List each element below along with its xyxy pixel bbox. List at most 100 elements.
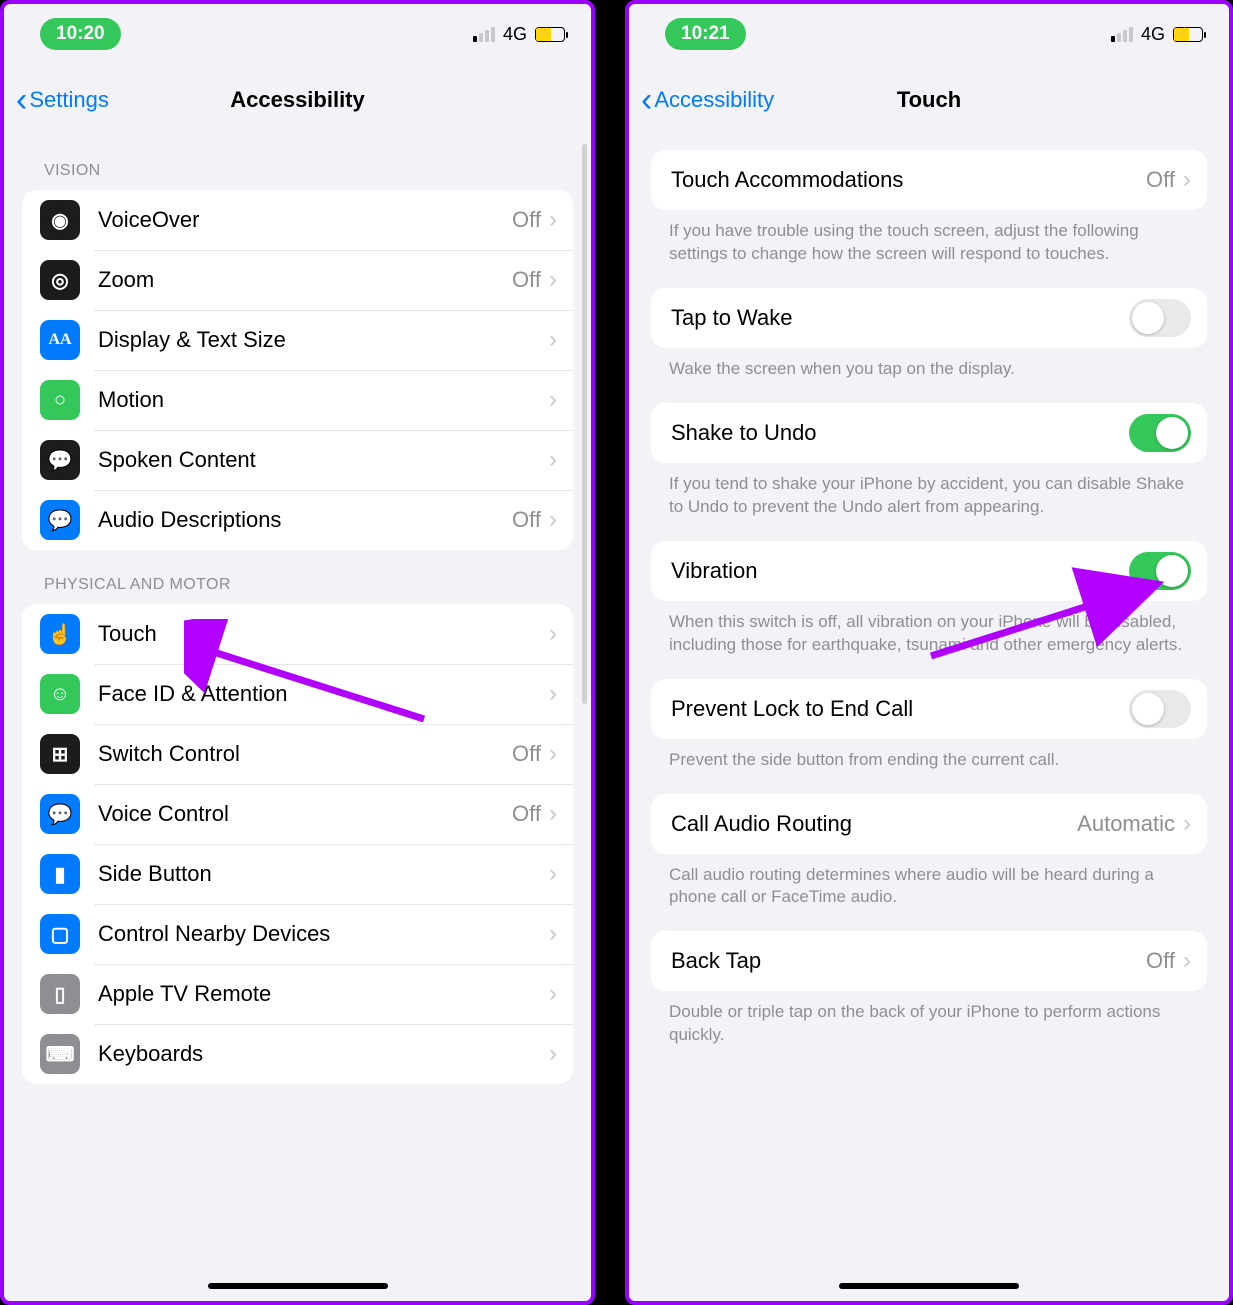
row-side-button[interactable]: ▮ Side Button›	[22, 844, 573, 904]
row-value: Automatic	[1077, 811, 1175, 837]
row-motion[interactable]: ○ Motion›	[22, 370, 573, 430]
row-touch[interactable]: ☝ Touch›	[22, 604, 573, 664]
row-label: Control Nearby Devices	[98, 921, 549, 947]
row-label: Audio Descriptions	[98, 507, 512, 533]
row-label: Switch Control	[98, 741, 512, 767]
section-header: VISION	[22, 136, 573, 190]
motion-icon: ○	[40, 380, 80, 420]
chevron-right-icon: ›	[549, 860, 557, 888]
row-keyboards[interactable]: ⌨Keyboards›	[22, 1024, 573, 1084]
chevron-right-icon: ›	[549, 266, 557, 294]
home-indicator[interactable]	[839, 1283, 1019, 1289]
voice-control-icon: 💬	[40, 794, 80, 834]
settings-group: ☝Touch›☺Face ID & Attention›⊞Switch Cont…	[22, 604, 573, 1084]
footer-text: Prevent the side button from ending the …	[651, 739, 1207, 794]
keyboards-icon: ⌨	[40, 1034, 80, 1074]
row-label: Zoom	[98, 267, 512, 293]
row-audio-descriptions[interactable]: 💬Audio DescriptionsOff›	[22, 490, 573, 550]
home-indicator[interactable]	[208, 1283, 388, 1289]
row-switch-control[interactable]: ⊞Switch ControlOff›	[22, 724, 573, 784]
row-label: Tap to Wake	[671, 305, 1129, 331]
nearby-devices-icon: ▢	[40, 914, 80, 954]
footer-text: Call audio routing determines where audi…	[651, 854, 1207, 932]
chevron-right-icon: ›	[549, 740, 557, 768]
back-button[interactable]: ‹ Settings	[16, 83, 109, 117]
row-value: Off	[1146, 948, 1175, 974]
row-label: Spoken Content	[98, 447, 549, 473]
row-voice-control[interactable]: 💬 Voice ControlOff ›	[22, 784, 573, 844]
row-control-nearby-devices[interactable]: ▢ Control Nearby Devices›	[22, 904, 573, 964]
row-tap-to-wake[interactable]: Tap to Wake	[651, 288, 1207, 348]
phone-left-accessibility: 10:20 4G ⚡ ‹ Settings Accessibility VISI…	[0, 0, 595, 1305]
status-right: 4G ⚡	[1111, 24, 1203, 45]
row-label: Motion	[98, 387, 549, 413]
toggle-prevent-lock-to-end-call[interactable]	[1129, 690, 1191, 728]
status-bar: 10:21 4G ⚡	[629, 10, 1229, 58]
row-label: Call Audio Routing	[671, 811, 1077, 837]
row-apple-tv-remote[interactable]: ▯Apple TV Remote›	[22, 964, 573, 1024]
network-label: 4G	[503, 24, 527, 45]
chevron-right-icon: ›	[549, 800, 557, 828]
toggle-vibration[interactable]	[1129, 552, 1191, 590]
row-label: Voice Control	[98, 801, 512, 827]
footer-text: If you tend to shake your iPhone by acci…	[651, 463, 1207, 541]
row-shake-to-undo[interactable]: Shake to Undo	[651, 403, 1207, 463]
row-vibration[interactable]: Vibration	[651, 541, 1207, 601]
status-time-pill[interactable]: 10:20	[40, 18, 121, 50]
chevron-left-icon: ‹	[641, 83, 652, 117]
settings-group: Touch AccommodationsOff ›	[651, 150, 1207, 210]
nav-bar: ‹ Accessibility Touch	[629, 70, 1229, 130]
chevron-right-icon: ›	[549, 920, 557, 948]
row-label: Display & Text Size	[98, 327, 549, 353]
faceid-icon: ☺	[40, 674, 80, 714]
zoom-icon: ◎	[40, 260, 80, 300]
footer-text: Double or triple tap on the back of your…	[651, 991, 1207, 1069]
network-label: 4G	[1141, 24, 1165, 45]
row-spoken-content[interactable]: 💬Spoken Content›	[22, 430, 573, 490]
footer-text: When this switch is off, all vibration o…	[651, 601, 1207, 679]
settings-group: Call Audio RoutingAutomatic ›	[651, 794, 1207, 854]
row-zoom[interactable]: ◎ ZoomOff ›	[22, 250, 573, 310]
row-value: Off	[512, 801, 541, 827]
chevron-right-icon: ›	[549, 620, 557, 648]
row-label: Touch	[98, 621, 549, 647]
settings-group: ◉VoiceOverOff›◎ZoomOff›AADisplay & Text …	[22, 190, 573, 550]
toggle-shake-to-undo[interactable]	[1129, 414, 1191, 452]
row-voiceover[interactable]: ◉VoiceOverOff›	[22, 190, 573, 250]
status-bar: 10:20 4G ⚡	[4, 10, 591, 58]
back-label: Settings	[29, 87, 109, 113]
settings-group: Shake to Undo	[651, 403, 1207, 463]
back-button[interactable]: ‹ Accessibility	[641, 83, 774, 117]
status-time-pill[interactable]: 10:21	[665, 18, 746, 50]
row-call-audio-routing[interactable]: Call Audio RoutingAutomatic ›	[651, 794, 1207, 854]
nav-bar: ‹ Settings Accessibility	[4, 70, 591, 130]
row-label: Shake to Undo	[671, 420, 1129, 446]
row-label: Prevent Lock to End Call	[671, 696, 1129, 722]
chevron-right-icon: ›	[1183, 810, 1191, 838]
chevron-right-icon: ›	[1183, 166, 1191, 194]
touch-icon: ☝	[40, 614, 80, 654]
battery-icon: ⚡	[1173, 27, 1203, 42]
row-prevent-lock-to-end-call[interactable]: Prevent Lock to End Call	[651, 679, 1207, 739]
side-button-icon: ▮	[40, 854, 80, 894]
row-label: Back Tap	[671, 948, 1146, 974]
battery-icon: ⚡	[535, 27, 565, 42]
settings-group: Back TapOff›	[651, 931, 1207, 991]
row-display-text-size[interactable]: AADisplay & Text Size›	[22, 310, 573, 370]
chevron-right-icon: ›	[549, 206, 557, 234]
chevron-right-icon: ›	[549, 386, 557, 414]
toggle-tap-to-wake[interactable]	[1129, 299, 1191, 337]
row-face-id-attention[interactable]: ☺Face ID & Attention›	[22, 664, 573, 724]
row-touch-accommodations[interactable]: Touch AccommodationsOff ›	[651, 150, 1207, 210]
chevron-left-icon: ‹	[16, 83, 27, 117]
row-label: Side Button	[98, 861, 549, 887]
row-back-tap[interactable]: Back TapOff›	[651, 931, 1207, 991]
scrollbar[interactable]	[582, 144, 587, 704]
audio-desc-icon: 💬	[40, 500, 80, 540]
row-label: Touch Accommodations	[671, 167, 1146, 193]
voiceover-icon: ◉	[40, 200, 80, 240]
row-value: Off	[1146, 167, 1175, 193]
row-value: Off	[512, 207, 541, 233]
row-value: Off	[512, 267, 541, 293]
settings-group: Vibration	[651, 541, 1207, 601]
